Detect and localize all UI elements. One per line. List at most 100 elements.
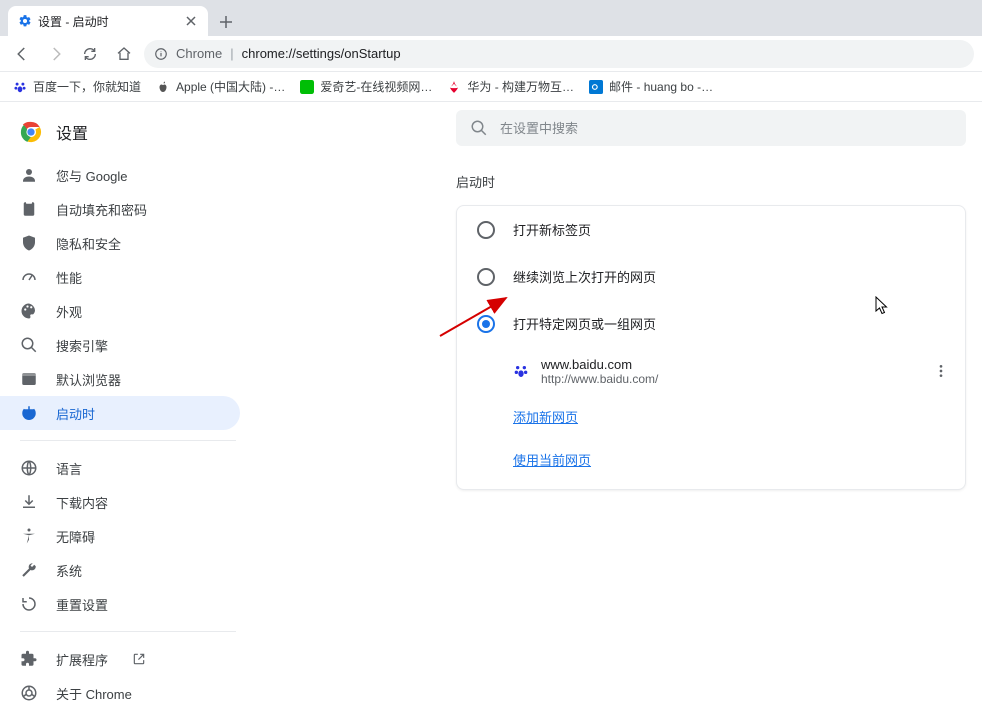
bookmark-apple[interactable]: Apple (中国大陆) -… bbox=[155, 78, 285, 95]
sidebar-item-system[interactable]: 系统 bbox=[0, 553, 240, 587]
option-continue[interactable]: 继续浏览上次打开的网页 bbox=[457, 253, 965, 300]
browser-icon bbox=[20, 370, 38, 388]
gear-icon bbox=[18, 14, 32, 28]
sidebar-divider bbox=[20, 440, 236, 441]
bookmark-label: 邮件 - huang bo -… bbox=[609, 78, 713, 95]
chrome-icon bbox=[20, 684, 38, 702]
outlook-icon bbox=[588, 79, 604, 95]
sidebar-item-appearance[interactable]: 外观 bbox=[0, 294, 240, 328]
omnibox-path: chrome://settings/onStartup bbox=[242, 46, 401, 61]
tab-title: 设置 - 启动时 bbox=[38, 13, 178, 30]
sidebar-item-about[interactable]: 关于 Chrome bbox=[0, 676, 240, 710]
startup-card: 打开新标签页 继续浏览上次打开的网页 打开特定网页或一组网页 www.baidu… bbox=[456, 205, 966, 490]
bookmark-label: 百度一下，你就知道 bbox=[33, 78, 141, 95]
iqiyi-icon bbox=[299, 79, 315, 95]
sidebar-item-label: 启动时 bbox=[56, 404, 95, 423]
launch-icon bbox=[132, 652, 146, 666]
settings-search[interactable] bbox=[456, 110, 966, 146]
sidebar-item-accessibility[interactable]: 无障碍 bbox=[0, 519, 240, 553]
sidebar-item-reset[interactable]: 重置设置 bbox=[0, 587, 240, 621]
reload-button[interactable] bbox=[76, 40, 104, 68]
sidebar-item-label: 自动填充和密码 bbox=[56, 200, 147, 219]
add-page-link[interactable]: 添加新网页 bbox=[513, 410, 578, 425]
bookmarks-bar: 百度一下，你就知道 Apple (中国大陆) -… 爱奇艺-在线视频网… 华为 … bbox=[0, 72, 982, 102]
more-vert-button[interactable] bbox=[925, 355, 957, 387]
sidebar-item-downloads[interactable]: 下载内容 bbox=[0, 485, 240, 519]
bookmark-iqiyi[interactable]: 爱奇艺-在线视频网… bbox=[299, 78, 432, 95]
apple-icon bbox=[155, 79, 171, 95]
bookmark-outlook[interactable]: 邮件 - huang bo -… bbox=[588, 78, 713, 95]
sidebar-item-performance[interactable]: 性能 bbox=[0, 260, 240, 294]
sidebar-item-label: 语言 bbox=[56, 459, 82, 478]
use-current-link[interactable]: 使用当前网页 bbox=[513, 453, 591, 468]
sidebar-item-you-and-google[interactable]: 您与 Google bbox=[0, 158, 240, 192]
info-icon bbox=[154, 47, 168, 61]
sidebar-item-on-startup[interactable]: 启动时 bbox=[0, 396, 240, 430]
sidebar-item-languages[interactable]: 语言 bbox=[0, 451, 240, 485]
omnibox-divider: | bbox=[230, 46, 233, 61]
home-button[interactable] bbox=[110, 40, 138, 68]
option-label: 打开特定网页或一组网页 bbox=[513, 314, 656, 333]
use-current-row: 使用当前网页 bbox=[513, 438, 957, 481]
settings-search-input[interactable] bbox=[500, 121, 952, 136]
option-new-tab[interactable]: 打开新标签页 bbox=[457, 206, 965, 253]
sidebar-item-label: 默认浏览器 bbox=[56, 370, 121, 389]
bookmark-label: Apple (中国大陆) -… bbox=[176, 78, 285, 95]
add-page-row: 添加新网页 bbox=[513, 395, 957, 438]
page-info: www.baidu.com http://www.baidu.com/ bbox=[541, 357, 913, 386]
page-title: 设置 bbox=[56, 120, 88, 144]
paw-icon bbox=[12, 79, 28, 95]
toolbar: Chrome | chrome://settings/onStartup bbox=[0, 36, 982, 72]
sidebar-item-default-browser[interactable]: 默认浏览器 bbox=[0, 362, 240, 396]
browser-tab[interactable]: 设置 - 启动时 bbox=[8, 6, 208, 36]
clipboard-icon bbox=[20, 200, 38, 218]
sidebar-item-label: 性能 bbox=[56, 268, 82, 287]
sidebar-item-label: 搜索引擎 bbox=[56, 336, 108, 355]
extension-icon bbox=[20, 650, 38, 668]
sidebar-item-label: 隐私和安全 bbox=[56, 234, 121, 253]
page-title-text: www.baidu.com bbox=[541, 357, 913, 372]
startup-page-row: www.baidu.com http://www.baidu.com/ bbox=[513, 347, 957, 395]
close-icon[interactable] bbox=[184, 14, 198, 28]
palette-icon bbox=[20, 302, 38, 320]
bookmark-label: 爱奇艺-在线视频网… bbox=[320, 78, 432, 95]
browser-chrome: 设置 - 启动时 Chrome | chrome://setting bbox=[0, 0, 982, 102]
power-icon bbox=[20, 404, 38, 422]
radio-icon bbox=[477, 221, 495, 239]
section-title: 启动时 bbox=[456, 172, 766, 191]
new-tab-button[interactable] bbox=[212, 8, 240, 36]
search-icon bbox=[470, 119, 488, 137]
sidebar-item-label: 关于 Chrome bbox=[56, 684, 132, 703]
sidebar-item-label: 外观 bbox=[56, 302, 82, 321]
back-button[interactable] bbox=[8, 40, 36, 68]
sidebar-item-label: 扩展程序 bbox=[56, 650, 108, 669]
option-label: 继续浏览上次打开的网页 bbox=[513, 267, 656, 286]
bookmark-baidu[interactable]: 百度一下，你就知道 bbox=[12, 78, 141, 95]
sidebar-divider bbox=[20, 631, 236, 632]
sidebar-item-extensions[interactable]: 扩展程序 bbox=[0, 642, 240, 676]
bookmark-huawei[interactable]: 华为 - 构建万物互… bbox=[446, 78, 574, 95]
sidebar-item-label: 您与 Google bbox=[56, 166, 128, 185]
settings-page: 设置 您与 Google 自动填充和密码 隐私和安全 性能 外观 搜索引擎 bbox=[0, 102, 982, 597]
chrome-logo-icon bbox=[20, 121, 42, 143]
radio-icon bbox=[477, 315, 495, 333]
sidebar-item-label: 重置设置 bbox=[56, 595, 108, 614]
option-specific-pages[interactable]: 打开特定网页或一组网页 bbox=[457, 300, 965, 347]
settings-header: 设置 bbox=[0, 110, 256, 158]
sidebar-item-privacy[interactable]: 隐私和安全 bbox=[0, 226, 240, 260]
sidebar-item-label: 无障碍 bbox=[56, 527, 95, 546]
download-icon bbox=[20, 493, 38, 511]
forward-button[interactable] bbox=[42, 40, 70, 68]
sidebar-item-label: 系统 bbox=[56, 561, 82, 580]
speedometer-icon bbox=[20, 268, 38, 286]
omnibox[interactable]: Chrome | chrome://settings/onStartup bbox=[144, 40, 974, 68]
wrench-icon bbox=[20, 561, 38, 579]
page-url-text: http://www.baidu.com/ bbox=[541, 372, 913, 386]
bookmark-label: 华为 - 构建万物互… bbox=[467, 78, 574, 95]
sidebar-item-search-engine[interactable]: 搜索引擎 bbox=[0, 328, 240, 362]
reset-icon bbox=[20, 595, 38, 613]
accessibility-icon bbox=[20, 527, 38, 545]
omnibox-origin: Chrome bbox=[176, 46, 222, 61]
sidebar-item-autofill[interactable]: 自动填充和密码 bbox=[0, 192, 240, 226]
sidebar-item-label: 下载内容 bbox=[56, 493, 108, 512]
